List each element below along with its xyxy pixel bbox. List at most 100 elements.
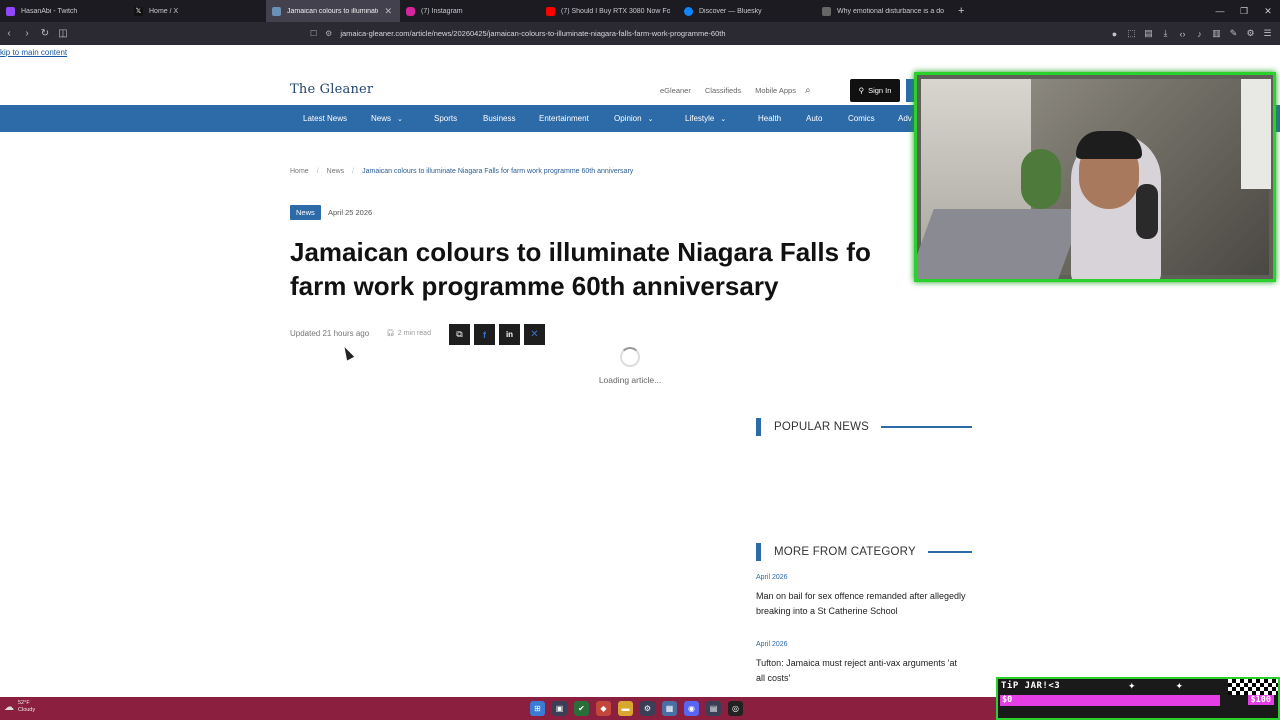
settings-icon[interactable]: ⚙ [1242, 28, 1259, 39]
sidebar-item-link[interactable]: Tufton: Jamaica must reject anti-vax arg… [756, 656, 966, 686]
sidebar-icon[interactable]: ▥ [1208, 28, 1225, 39]
nav-opinion[interactable]: Opinion ⌄ [614, 105, 653, 132]
nav-health[interactable]: Health [758, 105, 781, 132]
breadcrumb-home[interactable]: Home [290, 168, 309, 175]
checkered-flag-icon [1228, 679, 1278, 695]
webcam-window [1241, 79, 1271, 189]
close-tab-icon[interactable]: ✕ [384, 6, 392, 17]
tab-x[interactable]: 𝕏 Home / X [128, 0, 266, 22]
plus-icon[interactable]: + [952, 5, 970, 17]
tab-gleaner[interactable]: Jamaican colours to illuminate N ✕ [266, 0, 400, 22]
browser-icon[interactable]: ◆ [596, 701, 611, 716]
music-icon[interactable]: ♪ [1191, 29, 1208, 39]
forward-icon[interactable]: › [18, 28, 36, 39]
minimize-icon[interactable]: — [1208, 0, 1232, 22]
tip-current-amount: $0 [1002, 695, 1013, 705]
toolbar-icons: ● ⬚ ▤ ⤓ ‹› ♪ ▥ ✎ ⚙ ☰ [1106, 22, 1276, 45]
photos-icon[interactable]: ▦ [662, 701, 677, 716]
share-bar: ⧉ f in ✕ [449, 324, 545, 345]
x-share-icon[interactable]: ✕ [524, 324, 545, 345]
category-badge[interactable]: News [290, 205, 321, 220]
maximize-icon[interactable]: ❐ [1232, 0, 1256, 22]
extension-icon[interactable]: ● [1106, 29, 1123, 39]
sign-in-button[interactable]: ⚲ Sign In [850, 79, 900, 102]
bluesky-icon [684, 6, 693, 16]
sidebar-item-link[interactable]: Man on bail for sex offence remanded aft… [756, 589, 966, 619]
copy-link-icon[interactable]: ⧉ [449, 324, 470, 345]
linkedin-icon[interactable]: in [499, 324, 520, 345]
folder-icon[interactable]: ▬ [618, 701, 633, 716]
close-window-icon[interactable]: ✕ [1256, 0, 1280, 22]
microphone-icon [1136, 184, 1158, 239]
devtools-icon[interactable]: ‹› [1174, 29, 1191, 39]
bookmark-icon[interactable]: ☐ [310, 29, 317, 38]
back-icon[interactable]: ‹ [0, 28, 18, 39]
screenshot-icon[interactable]: ⬚ [1123, 28, 1140, 39]
url-text: jamaica-gleaner.com/article/news/2026042… [340, 29, 726, 38]
obs-icon[interactable]: ◎ [728, 701, 743, 716]
youtube-icon [546, 6, 555, 16]
webcam-overlay [914, 72, 1276, 282]
app-icon[interactable]: ✔ [574, 701, 589, 716]
heading-accent [756, 418, 761, 436]
sidebar-toggle-icon[interactable]: ◫ [54, 28, 72, 39]
nav-label: Latest News [303, 114, 348, 123]
site-info-icon[interactable]: ⚙ [325, 29, 332, 38]
tab-label: Discover — Bluesky [699, 7, 762, 15]
webcam-desk [917, 209, 1084, 279]
nav-comics[interactable]: Comics [848, 105, 875, 132]
headline-line: farm work programme 60th anniversary [290, 271, 779, 301]
sign-in-label: Sign In [868, 86, 892, 95]
facebook-icon[interactable]: f [474, 324, 495, 345]
tab-label: Home / X [149, 7, 179, 15]
classifieds-link[interactable]: Classifieds [705, 86, 741, 95]
url-bar[interactable]: ☐ ⚙ jamaica-gleaner.com/article/news/202… [310, 25, 940, 42]
weather-widget[interactable]: ☁ 52°F Cloudy [4, 700, 35, 714]
reader-icon[interactable]: ▤ [1140, 28, 1157, 39]
breadcrumb-section[interactable]: News [327, 168, 345, 175]
sidebar-item-date: April 2026 [756, 641, 788, 648]
chevron-down-icon: ⌄ [397, 116, 403, 123]
discord-icon[interactable]: ◉ [684, 701, 699, 716]
tip-jar-widget: TiP JAR!<3 ✦✦ $0 $100 [996, 677, 1280, 720]
skip-to-content-link[interactable]: kip to main content [0, 48, 67, 57]
tab-article[interactable]: Why emotional disturbance is a doub [816, 0, 952, 22]
breadcrumb-separator: / [352, 168, 355, 175]
settings-icon[interactable]: ⚙ [640, 701, 655, 716]
user-icon: ⚲ [858, 86, 865, 95]
download-icon[interactable]: ⤓ [1157, 28, 1174, 39]
tab-twitch[interactable]: HasanAbi - Twitch [0, 0, 128, 22]
tab-instagram[interactable]: (7) Instagram [400, 0, 540, 22]
nav-advertise[interactable]: Adv [898, 105, 912, 132]
browser-tab-bar: HasanAbi - Twitch 𝕏 Home / X Jamaican co… [0, 0, 1280, 22]
read-time-label: 2 min read [397, 329, 431, 337]
nav-sports[interactable]: Sports [434, 105, 457, 132]
mobile-apps-link[interactable]: Mobile Apps [755, 86, 796, 95]
nav-lifestyle[interactable]: Lifestyle ⌄ [685, 105, 726, 132]
nav-label: News [371, 114, 392, 123]
breadcrumb-separator: / [316, 168, 319, 175]
egleaner-link[interactable]: eGleaner [660, 86, 691, 95]
search-icon[interactable]: ⌕ [805, 85, 811, 96]
reload-icon[interactable]: ↻ [36, 28, 54, 39]
tab-label: (7) Instagram [421, 7, 463, 15]
more-from-category-heading: MORE FROM CATEGORY [756, 543, 972, 561]
popular-news-title: POPULAR NEWS [774, 421, 870, 433]
task-view-icon[interactable]: ▣ [552, 701, 567, 716]
nav-news[interactable]: News ⌄ [371, 105, 403, 132]
browser-nav-bar: ‹ › ↻ ◫ ☐ ⚙ jamaica-gleaner.com/article/… [0, 22, 1280, 45]
menu-icon[interactable]: ☰ [1259, 28, 1276, 39]
windows-start-icon[interactable]: ⊞ [530, 701, 545, 716]
notepad-icon[interactable]: ▤ [706, 701, 721, 716]
sparkle-icon: ✦✦ [1128, 681, 1224, 691]
nav-entertainment[interactable]: Entertainment [539, 105, 589, 132]
nav-auto[interactable]: Auto [806, 105, 822, 132]
tab-youtube[interactable]: (7) Should I Buy RTX 3080 Now For F [540, 0, 678, 22]
site-logo[interactable]: The Gleaner [290, 82, 373, 97]
tab-label: HasanAbi - Twitch [21, 7, 78, 15]
extensions-icon[interactable]: ✎ [1225, 28, 1242, 39]
more-from-category-title: MORE FROM CATEGORY [774, 546, 916, 558]
nav-latest-news[interactable]: Latest News [303, 105, 347, 132]
tab-bluesky[interactable]: Discover — Bluesky [678, 0, 816, 22]
nav-business[interactable]: Business [483, 105, 515, 132]
